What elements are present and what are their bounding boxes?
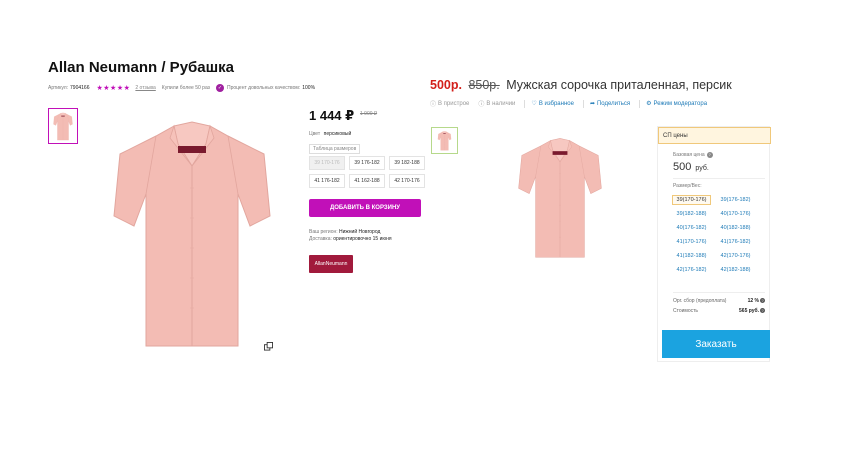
size-option[interactable]: 42 170-176 bbox=[389, 174, 425, 188]
org-fee-label: Орг. сбор (предоплата) bbox=[673, 298, 727, 304]
order-button[interactable]: Заказать bbox=[662, 330, 770, 358]
divider bbox=[524, 99, 526, 108]
brand-logo[interactable]: AllanNeumann bbox=[309, 255, 353, 273]
divider bbox=[673, 292, 765, 293]
sp-size-option[interactable]: 41(182-188) bbox=[672, 251, 711, 261]
sp-size-option[interactable]: 40(176-182) bbox=[672, 223, 711, 233]
sp-action-5[interactable]: ⚙ Режим модератора bbox=[646, 100, 708, 108]
sp-action-label: В избранное bbox=[538, 100, 574, 107]
size-selector: 39 170-176 39 176-182 39 182-188 41 176-182… bbox=[309, 156, 425, 188]
rating-stars-icon[interactable]: ★★★★★ bbox=[97, 84, 131, 92]
sp-panel-header: СП цены bbox=[658, 127, 771, 144]
divider bbox=[582, 99, 584, 108]
help-icon[interactable]: ? bbox=[760, 298, 765, 303]
base-price-label: Базовая цена bbox=[673, 152, 705, 158]
shirt-image bbox=[113, 121, 271, 347]
size-weight-label: Размер/Вес: bbox=[673, 183, 702, 189]
product-price: 1 444 ₽ bbox=[309, 108, 355, 123]
sp-size-option[interactable]: 42(170-176) bbox=[716, 251, 755, 261]
size-option[interactable]: 39 176-182 bbox=[349, 156, 385, 170]
org-fee-value: 12 % bbox=[747, 298, 759, 304]
org-fee-row: Орг. сбор (предоплата) 12 %? bbox=[673, 298, 765, 304]
cost-label: Стоимость bbox=[673, 308, 699, 314]
sp-size-option[interactable]: 40(170-176) bbox=[716, 209, 755, 219]
sp-new-price: 500р. bbox=[430, 78, 462, 92]
shirt-thumbnail-image bbox=[53, 112, 73, 141]
sp-size-option[interactable]: 41(170-176) bbox=[672, 237, 711, 247]
divider bbox=[673, 178, 765, 179]
sp-size-option[interactable]: 39(176-182) bbox=[716, 195, 755, 205]
heart-icon: ♡ bbox=[531, 101, 537, 107]
region-label: Ваш регион: bbox=[309, 229, 338, 235]
divider bbox=[639, 99, 641, 108]
sp-action-2: ⓘ В наличии bbox=[478, 99, 516, 109]
product-meta: Артикул: 7904166 ★★★★★ 2 отзыва Купили б… bbox=[48, 83, 315, 93]
sp-action-label: Режим модератора bbox=[653, 100, 708, 107]
region-value[interactable]: Нижний Новгород bbox=[339, 229, 380, 235]
sp-size-option[interactable]: 40(182-188) bbox=[716, 223, 755, 233]
product-old-price: 1 900 ₽ bbox=[360, 111, 378, 117]
product-title: Allan Neumann / Рубашка bbox=[48, 59, 234, 76]
quality-value: 100% bbox=[302, 85, 316, 91]
base-price-label-row: Базовая цена? bbox=[673, 152, 713, 158]
product-main-image[interactable] bbox=[112, 108, 272, 353]
sp-size-option[interactable]: 41(176-182) bbox=[716, 237, 755, 247]
info-icon: ⓘ bbox=[430, 102, 437, 108]
product-thumbnail[interactable] bbox=[48, 108, 78, 144]
sp-price-panel: СП цены Базовая цена? 500 руб. Размер/Ве… bbox=[657, 126, 771, 362]
sp-action-1: ⓘ В пристрое bbox=[430, 99, 470, 109]
size-option: 39 170-176 bbox=[309, 156, 345, 170]
sp-actions-bar: ⓘ В пристрое ⓘ В наличии ♡ В избранное ➦ Подели… bbox=[430, 99, 716, 108]
base-price-unit: руб. bbox=[695, 165, 709, 172]
add-to-cart-button[interactable]: ДОБАВИТЬ В КОРЗИНУ bbox=[309, 199, 421, 217]
color-value: персиковый bbox=[323, 131, 352, 137]
sp-size-option[interactable]: 39(182-188) bbox=[672, 209, 711, 219]
color-row: Цвет персиковый bbox=[309, 131, 351, 137]
sp-product-title: 500р. 850р. Мужская сорочка приталенная,… bbox=[430, 78, 732, 92]
sp-title-text: Мужская сорочка приталенная, персик bbox=[506, 78, 732, 92]
cost-row: Стоимость 565 руб.? bbox=[673, 308, 765, 314]
region-row: Ваш регион: Нижний Новгород bbox=[309, 229, 380, 235]
base-price-value: 500 bbox=[673, 161, 692, 173]
sp-action-3[interactable]: ♡ В избранное bbox=[531, 100, 574, 108]
delivery-row: Доставка: ориентировочно 15 июня bbox=[309, 236, 392, 242]
sp-size-option[interactable]: 39(170-176) bbox=[672, 195, 711, 205]
cost-value: 565 руб. bbox=[739, 308, 759, 314]
size-option[interactable]: 41 162-188 bbox=[349, 174, 385, 188]
base-price-value-row: 500 руб. bbox=[673, 161, 709, 173]
zoom-icon[interactable] bbox=[264, 342, 273, 351]
article-label: Артикул: bbox=[48, 85, 69, 91]
sp-action-label: В наличии bbox=[486, 100, 516, 107]
sp-action-label: В пристрое bbox=[438, 100, 470, 107]
help-icon[interactable]: ? bbox=[760, 308, 765, 313]
size-table-link[interactable]: Таблица размеров bbox=[309, 144, 361, 154]
shirt-thumbnail-image bbox=[437, 131, 452, 151]
sp-thumbnail[interactable] bbox=[431, 127, 458, 154]
help-icon[interactable]: ? bbox=[706, 152, 713, 158]
size-option[interactable]: 41 176-182 bbox=[309, 174, 345, 188]
sp-main-image[interactable] bbox=[517, 131, 603, 261]
quality-label: Процент довольных качеством: bbox=[226, 85, 301, 91]
shirt-image bbox=[518, 138, 602, 258]
sp-old-price: 850р. bbox=[468, 78, 500, 92]
delivery-label: Доставка: bbox=[309, 236, 332, 242]
sp-size-option[interactable]: 42(176-182) bbox=[672, 265, 711, 275]
color-label: Цвет bbox=[309, 131, 321, 137]
sp-size-list: 39(170-176) 39(176-182) 39(182-188) 40(170-… bbox=[672, 195, 764, 275]
info-icon: ⓘ bbox=[478, 102, 485, 108]
sp-action-4[interactable]: ➦ Поделиться bbox=[589, 100, 631, 108]
reviews-link[interactable]: 2 отзыва bbox=[135, 85, 155, 91]
gear-icon: ⚙ bbox=[646, 101, 652, 107]
article-value: 7904166 bbox=[70, 85, 90, 91]
sp-action-label: Поделиться bbox=[596, 100, 631, 107]
check-icon: ✓ bbox=[215, 84, 224, 92]
bought-count: Купили более 50 раз bbox=[161, 85, 210, 91]
share-icon: ➦ bbox=[589, 101, 595, 107]
size-option[interactable]: 39 182-188 bbox=[389, 156, 425, 170]
sp-size-option[interactable]: 42(182-188) bbox=[716, 265, 755, 275]
delivery-value: ориентировочно 15 июня bbox=[333, 236, 392, 242]
